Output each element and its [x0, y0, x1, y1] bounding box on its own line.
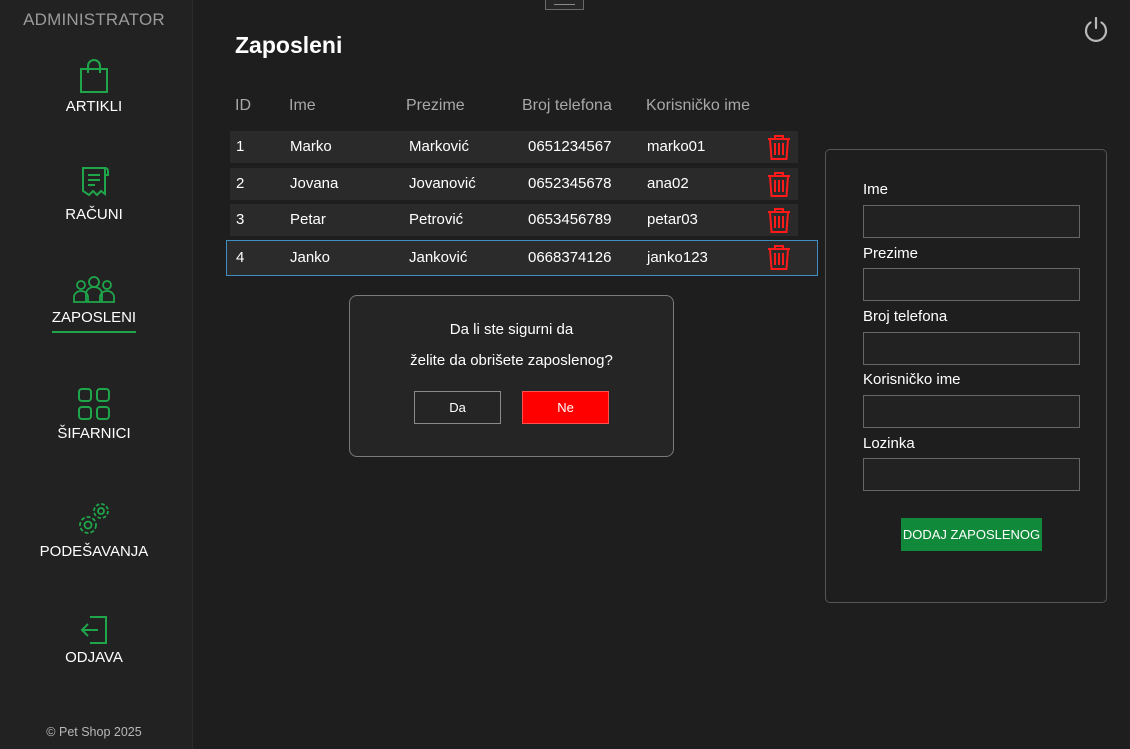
- role-label: ADMINISTRATOR: [23, 10, 165, 29]
- nav-item-zaposleni[interactable]: ZAPOSLENI: [0, 275, 188, 333]
- lozinka-input[interactable]: [863, 458, 1080, 491]
- nav-item-racuni[interactable]: RAČUNI: [0, 164, 188, 228]
- copyright: © Pet Shop 2025: [46, 725, 142, 739]
- nav-item-odjava[interactable]: ODJAVA: [0, 615, 188, 671]
- cell-korisnicko-ime: petar03: [647, 211, 698, 228]
- column-header-broj-telefona: Broj telefona: [522, 97, 612, 114]
- grid-icon: [78, 388, 110, 420]
- nav-item-artikli[interactable]: ARTIKLI: [0, 58, 188, 120]
- table-row[interactable]: 3 Petar Petrović 0653456789 petar03: [230, 204, 798, 236]
- users-icon: [73, 276, 115, 303]
- table-row-selected[interactable]: 4 Janko Janković 0668374126 janko123: [226, 240, 818, 276]
- cell-broj-telefona: 0651234567: [528, 138, 612, 155]
- trash-icon[interactable]: [767, 244, 791, 271]
- cell-prezime: Marković: [409, 138, 470, 155]
- nav-label-racuni: RAČUNI: [65, 206, 123, 223]
- drag-handle[interactable]: [545, 0, 584, 10]
- trash-icon[interactable]: [767, 171, 791, 198]
- lozinka-label: Lozinka: [863, 435, 915, 452]
- logout-icon: [80, 616, 107, 644]
- cell-ime: Marko: [290, 138, 332, 155]
- cell-broj-telefona: 0653456789: [528, 211, 612, 228]
- cell-ime: Jovana: [290, 175, 339, 192]
- nav-label-sifarnici: ŠIFARNICI: [57, 425, 131, 442]
- cell-korisnicko-ime: janko123: [647, 249, 708, 266]
- cell-prezime: Janković: [409, 249, 468, 266]
- cell-id: 1: [236, 138, 245, 155]
- broj-telefona-input[interactable]: [863, 332, 1080, 365]
- sidebar: ADMINISTRATOR ARTIKLI RAČUNI ZAPOSLENI Š…: [0, 0, 193, 749]
- cell-broj-telefona: 0668374126: [528, 249, 612, 266]
- korisnicko-ime-input[interactable]: [863, 395, 1080, 428]
- cell-korisnicko-ime: ana02: [647, 175, 689, 192]
- cell-id: 4: [236, 249, 245, 266]
- nav-label-artikli: ARTIKLI: [65, 98, 123, 115]
- column-header-prezime: Prezime: [406, 97, 465, 114]
- page-title: Zaposleni: [235, 32, 343, 58]
- confirm-no-button[interactable]: Ne: [522, 391, 609, 424]
- ime-label: Ime: [863, 181, 889, 198]
- gears-icon: [79, 503, 109, 534]
- ime-input[interactable]: [863, 205, 1080, 238]
- column-header-ime: Ime: [289, 97, 316, 114]
- power-icon[interactable]: [1082, 15, 1110, 43]
- cell-broj-telefona: 0652345678: [528, 175, 612, 192]
- trash-icon[interactable]: [767, 207, 791, 234]
- table-row[interactable]: 1 Marko Marković 0651234567 marko01: [230, 131, 798, 163]
- korisnicko-ime-label: Korisničko ime: [863, 371, 961, 388]
- dialog-message-line1: Da li ste sigurni da: [449, 321, 574, 338]
- trash-icon[interactable]: [767, 134, 791, 161]
- nav-item-podesavanja[interactable]: PODEŠAVANJA: [0, 499, 188, 565]
- prezime-input[interactable]: [863, 268, 1080, 301]
- confirm-yes-button[interactable]: Da: [414, 391, 501, 424]
- column-header-id: ID: [235, 97, 251, 114]
- nav-label-odjava: ODJAVA: [65, 649, 123, 666]
- cell-prezime: Jovanović: [409, 175, 476, 192]
- cell-ime: Janko: [290, 249, 331, 266]
- nav-label-podesavanja: PODEŠAVANJA: [39, 543, 149, 560]
- nav-label-zaposleni: ZAPOSLENI: [51, 309, 137, 333]
- confirm-delete-dialog: Da li ste sigurni da želite da obrišete …: [349, 295, 674, 457]
- cell-korisnicko-ime: marko01: [647, 138, 706, 155]
- receipt-icon: [82, 167, 109, 197]
- broj-telefona-label: Broj telefona: [863, 308, 948, 325]
- dialog-message-line2: želite da obrišete zaposlenog?: [410, 352, 613, 369]
- table-row[interactable]: 2 Jovana Jovanović 0652345678 ana02: [230, 168, 798, 200]
- cell-ime: Petar: [290, 211, 326, 228]
- nav-item-sifarnici[interactable]: ŠIFARNICI: [0, 387, 188, 447]
- cell-prezime: Petrović: [409, 211, 464, 228]
- add-employee-form: Ime Prezime Broj telefona Korisničko ime…: [825, 149, 1107, 603]
- cell-id: 2: [236, 175, 245, 192]
- cell-id: 3: [236, 211, 245, 228]
- column-header-korisnicko-ime: Korisničko ime: [646, 97, 751, 114]
- shopping-bag-icon: [80, 59, 108, 93]
- add-employee-button[interactable]: DODAJ ZAPOSLENOG: [901, 518, 1042, 551]
- prezime-label: Prezime: [863, 245, 919, 262]
